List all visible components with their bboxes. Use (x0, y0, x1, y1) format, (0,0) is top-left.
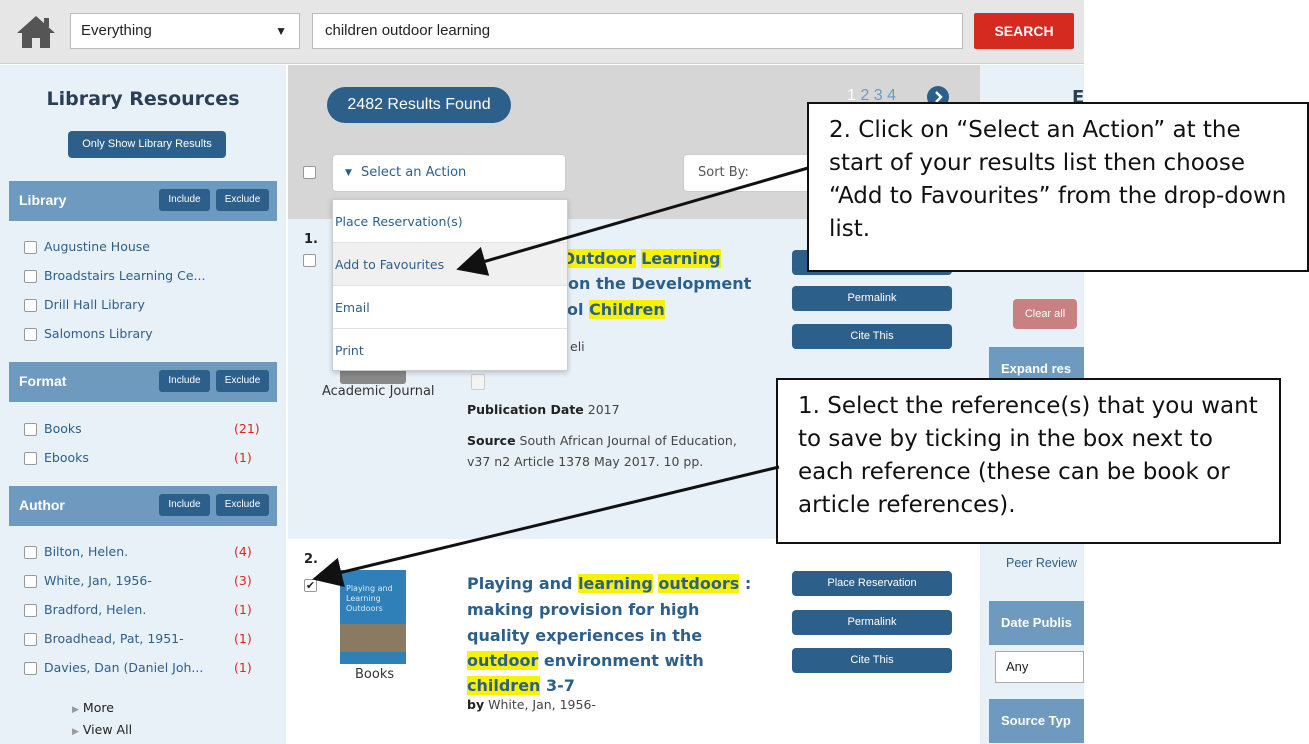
arrow-to-checkbox (312, 465, 780, 587)
callout-arrows (312, 166, 809, 587)
arrow-to-add-to-favourites (456, 166, 809, 276)
